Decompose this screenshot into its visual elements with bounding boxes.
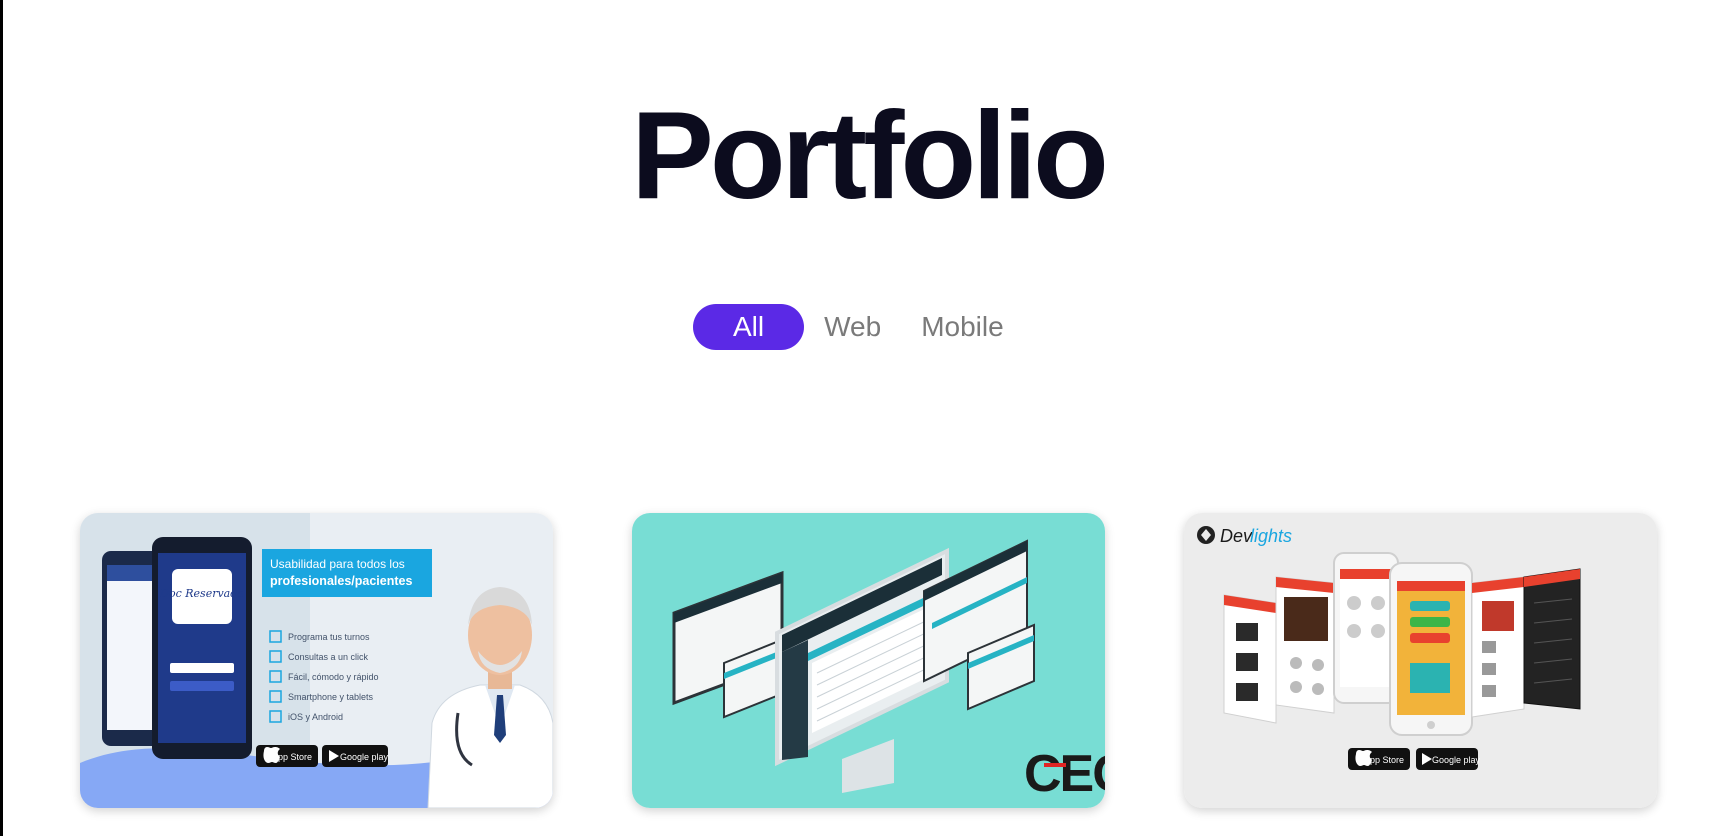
- phone-screens-right: [1471, 568, 1581, 718]
- apple-icon: [263, 747, 280, 763]
- feature-3: Fácil, cómodo y rápido: [288, 672, 379, 682]
- app-name-label: Doc Reservada: [159, 587, 244, 600]
- filter-tab-mobile[interactable]: Mobile: [901, 304, 1023, 350]
- medical-app-thumbnail: Doc Reservada Usabilidad para todos los …: [80, 513, 553, 808]
- ceo-logo-accent: [1044, 763, 1066, 767]
- svg-text:Google play: Google play: [1432, 755, 1481, 765]
- brand-suffix: lights: [1250, 526, 1292, 546]
- feature-5: iOS y Android: [288, 712, 343, 722]
- phone-screens-left: [1223, 576, 1335, 724]
- filter-tab-all[interactable]: All: [693, 304, 805, 350]
- feature-4: Smartphone y tablets: [288, 692, 374, 702]
- svg-text:Google play: Google play: [340, 752, 389, 762]
- phone-center-left: [1333, 552, 1399, 704]
- portfolio-card-medical-app[interactable]: Doc Reservada Usabilidad para todos los …: [80, 513, 553, 808]
- headline-line-2: profesionales/pacientes: [270, 574, 412, 588]
- portfolio-card-ceo[interactable]: CEO: [632, 513, 1105, 808]
- phone-center-right: [1389, 562, 1473, 736]
- devlights-thumbnail: Dev lights App Store Google play: [1184, 513, 1657, 808]
- ceo-thumbnail: CEO: [632, 513, 1105, 808]
- page-title: Portfolio: [631, 87, 1109, 225]
- ceo-logo: CEO: [1024, 745, 1105, 803]
- brand-prefix: Dev: [1220, 526, 1253, 546]
- filter-tab-web[interactable]: Web: [804, 304, 901, 350]
- feature-1: Programa tus turnos: [288, 632, 370, 642]
- svg-text:App Store: App Store: [1364, 755, 1404, 765]
- headline-line-1: Usabilidad para todos los: [270, 557, 405, 571]
- portfolio-filter-tabs: All Web Mobile: [693, 304, 1024, 350]
- feature-2: Consultas a un click: [288, 652, 369, 662]
- portfolio-card-devlights[interactable]: Dev lights App Store Google play: [1184, 513, 1657, 808]
